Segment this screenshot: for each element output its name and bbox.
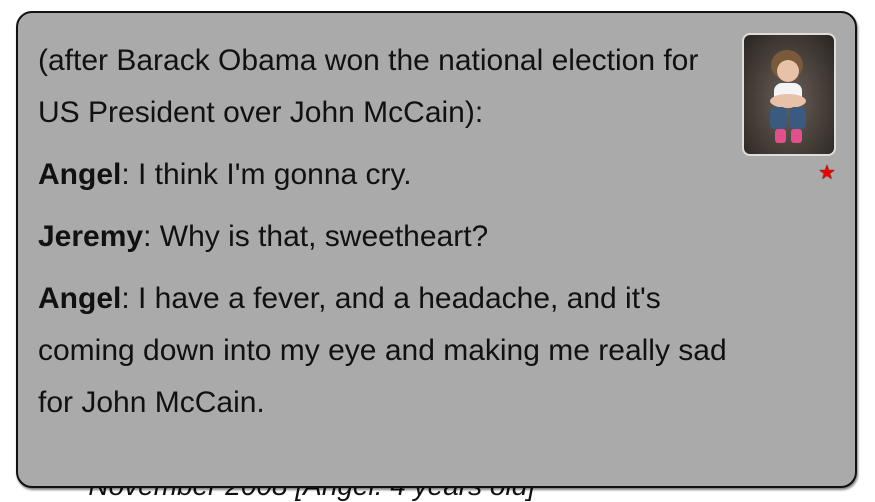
speaker-name: Jeremy [38, 220, 144, 253]
speaker-name: Angel [38, 282, 122, 315]
dialogue-line: Angel: I think I'm gonna cry. [38, 149, 728, 201]
quote-intro: (after Barack Obama won the national ele… [38, 44, 699, 129]
dialogue-text: : I have a fever, and a headache, and it… [38, 282, 727, 419]
child-photo [742, 33, 836, 156]
dialogue-text: : Why is that, sweetheart? [143, 220, 489, 253]
quote-content: (after Barack Obama won the national ele… [38, 35, 728, 439]
dialogue-text: : I think I'm gonna cry. [121, 158, 412, 191]
quote-card: (after Barack Obama won the national ele… [16, 11, 857, 488]
speaker-name: Angel [38, 158, 122, 191]
dialogue-line: Angel: I have a fever, and a headache, a… [38, 273, 728, 429]
dialogue-line: Jeremy: Why is that, sweetheart? [38, 211, 728, 263]
star-icon[interactable]: ★ [818, 163, 836, 183]
